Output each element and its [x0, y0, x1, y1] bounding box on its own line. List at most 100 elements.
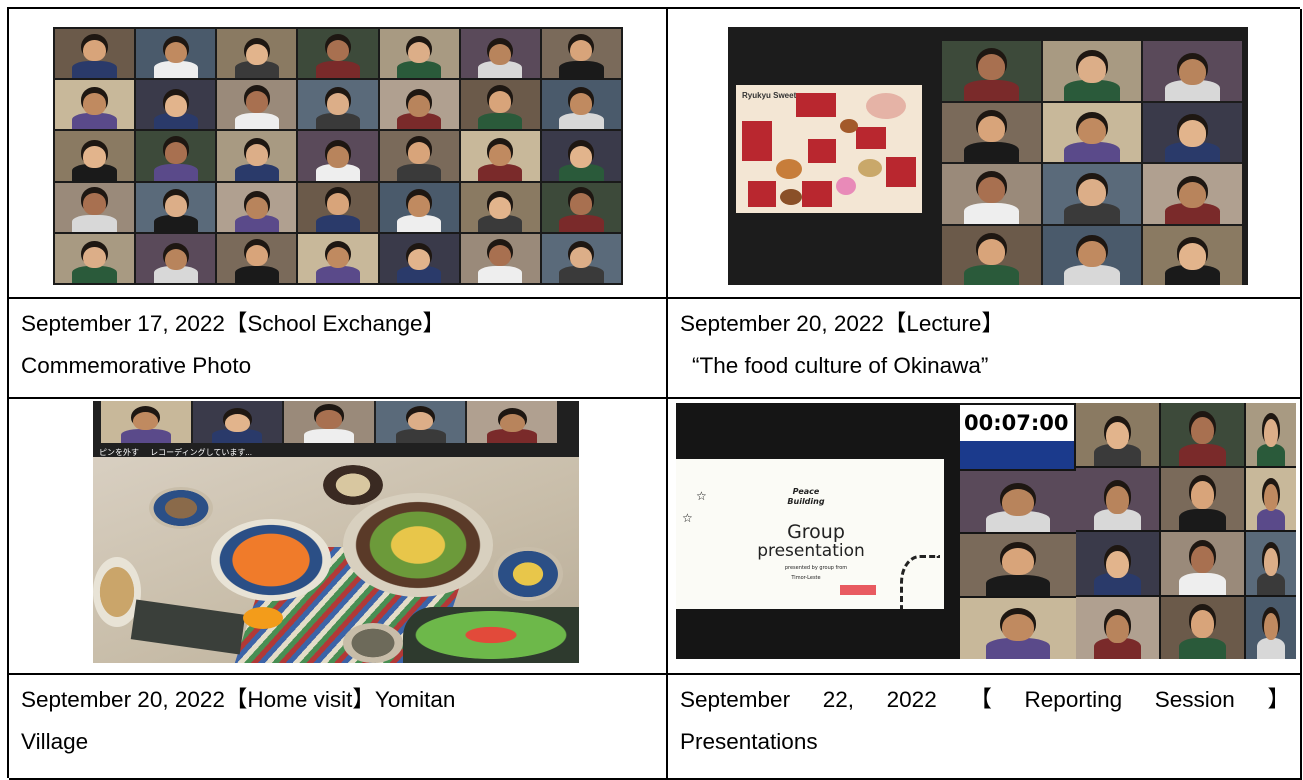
participant-video-tile [217, 131, 297, 181]
caption-line-1: September 22, 2022 【 Reporting Session 】 [680, 687, 1290, 712]
participant-video-tile [1042, 41, 1142, 101]
participant-video-tile [460, 131, 540, 181]
participant-face [83, 246, 106, 269]
participant-video-tile [375, 401, 466, 443]
participant-video-tile [942, 164, 1041, 224]
participant-face [1105, 421, 1130, 450]
participant-face [224, 413, 250, 433]
slide-byline: presented by group from [784, 565, 848, 571]
participant-video-tile [298, 29, 378, 79]
participant-video-tile [467, 401, 557, 443]
participant-face [326, 92, 350, 115]
participant-video-tile [960, 534, 1076, 596]
participant-video-tile [136, 233, 216, 283]
participant-figure [1064, 141, 1120, 162]
participant-figure [315, 266, 361, 283]
caption-line-2: Village [21, 729, 89, 754]
caption-line-1: September 20, 2022【Home visit】Yomitan [21, 687, 456, 712]
participant-face [1178, 243, 1207, 270]
participant-figure [1064, 203, 1120, 224]
participant-face [977, 238, 1006, 265]
participant-video-tile [541, 182, 621, 232]
participant-video-tile [136, 80, 216, 130]
participant-face [499, 413, 525, 433]
participant-face [164, 195, 187, 218]
participant-video-tile [379, 80, 459, 130]
participant-video-tile [55, 233, 135, 283]
participant-figure [963, 80, 1019, 101]
participant-face [326, 39, 350, 62]
participant-video-tile [379, 233, 459, 283]
participant-figure [396, 61, 442, 79]
participant-figure [234, 163, 279, 181]
participant-face [977, 54, 1006, 81]
participant-video-tile [1076, 403, 1160, 466]
caption-home-visit: September 20, 2022【Home visit】Yomitan Vi… [9, 675, 668, 780]
participant-video-tile [1143, 164, 1242, 224]
participant-face [164, 41, 187, 64]
participant-face [83, 146, 106, 168]
slide-title-line-1: Peace [792, 487, 820, 496]
participant-video-tile [960, 597, 1076, 659]
participant-face [83, 92, 106, 115]
caption-reporting-session: September 22, 2022 【 Reporting Session 】… [668, 675, 1302, 780]
participant-figure [559, 266, 604, 283]
participant-figure [396, 215, 442, 232]
participant-video-tile [136, 131, 216, 181]
slide-heading-presentation: presentation [757, 541, 865, 561]
participant-face [570, 146, 593, 168]
participant-video-tile [55, 131, 135, 181]
participant-video-tile [284, 401, 374, 443]
participant-figure [234, 266, 279, 283]
participant-video-tile [541, 80, 621, 130]
participant-video-tile [460, 80, 540, 130]
participant-figure [72, 112, 117, 130]
participant-face [408, 41, 431, 64]
participant-face [1264, 419, 1279, 447]
participant-figure [1257, 444, 1286, 466]
participant-video-tile [460, 29, 540, 79]
participant-video-tile [217, 29, 297, 79]
participant-figure [559, 215, 604, 232]
participant-video-tile [136, 182, 216, 232]
photo-table: Ryukyu Sweets September 17, 2022【School … [7, 7, 1302, 780]
participant-face [1190, 416, 1215, 445]
recording-label: レコーディングしています... [150, 448, 252, 457]
participant-video-tile [379, 182, 459, 232]
participant-video-tile [1042, 102, 1142, 162]
participant-video-tile [55, 80, 135, 130]
participant-face [1078, 240, 1106, 268]
participant-face [1078, 117, 1106, 145]
participant-video-tile [298, 131, 378, 181]
participant-video-tile [1246, 532, 1296, 595]
participant-figure [478, 163, 523, 181]
participant-figure [315, 61, 361, 79]
lecture-screenshot: Ryukyu Sweets [728, 27, 1248, 285]
participant-face [408, 411, 434, 431]
participant-face [1078, 56, 1106, 83]
participant-video-tile [1042, 164, 1142, 224]
photo-cell-lecture: Ryukyu Sweets [668, 9, 1302, 299]
participant-figure [1257, 573, 1286, 595]
participant-face [133, 411, 159, 431]
participant-figure [234, 112, 279, 130]
participant-video-tile [217, 233, 297, 283]
participant-video-tile [541, 131, 621, 181]
participant-face [1078, 179, 1106, 206]
participant-face [316, 410, 342, 429]
participant-face [489, 197, 512, 219]
participant-video-tile [298, 182, 378, 232]
participant-figure [153, 163, 198, 181]
participant-face [570, 193, 593, 216]
participant-video-tile [55, 182, 135, 232]
participant-face [1264, 483, 1279, 512]
participant-figure [963, 141, 1019, 162]
participant-video-tile [1143, 225, 1242, 285]
participant-figure [395, 428, 446, 443]
slide-heading-group: Group [787, 521, 845, 543]
participant-video-tile [541, 29, 621, 79]
participant-figure [1064, 80, 1120, 101]
participant-figure [559, 61, 604, 79]
participant-video-tile [217, 80, 297, 130]
participant-figure [985, 638, 1051, 659]
